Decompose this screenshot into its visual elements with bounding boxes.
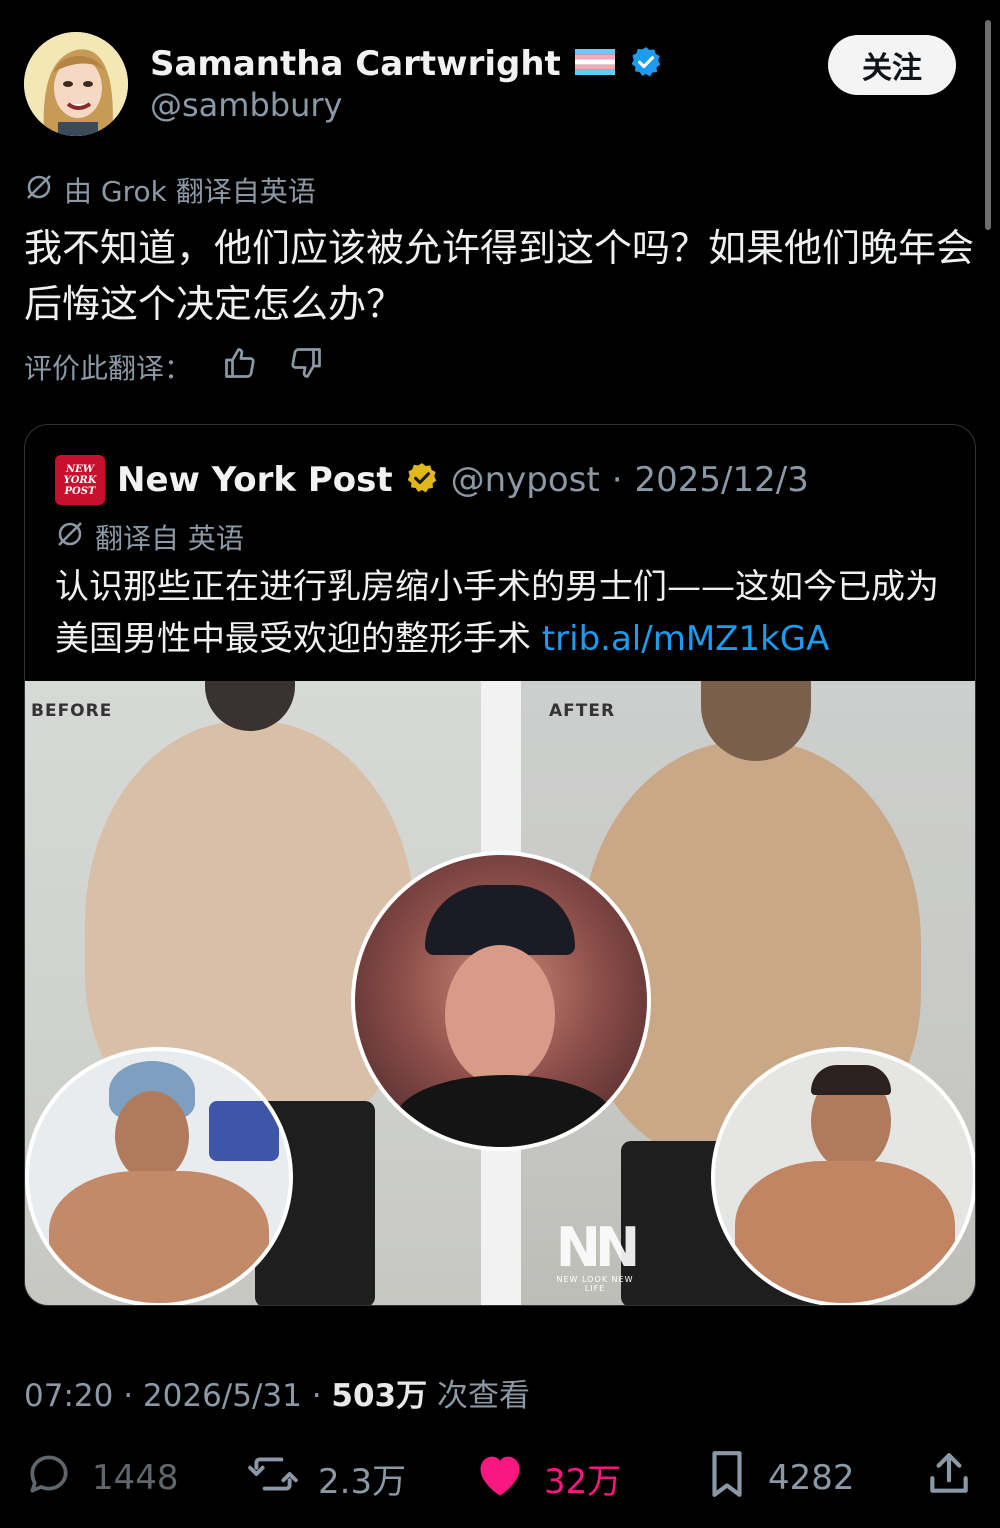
patient-after-chest-shape [735, 1161, 955, 1303]
post-meta: 07:20 · 2026/5/31 · 503万 次查看 [24, 1370, 530, 1415]
center-portrait-circle [351, 851, 651, 1151]
shirt-shape [395, 1075, 615, 1147]
grok-icon [55, 519, 85, 556]
translation-note-text[interactable]: 由 Grok 翻译自英语 [64, 170, 316, 210]
patient-chest-shape [49, 1171, 269, 1303]
quoted-translation-note-text[interactable]: 翻译自 英语 [95, 517, 244, 557]
views-count: 503万 [331, 1378, 428, 1414]
nypost-logo: NEW YORK POST [55, 455, 105, 505]
follow-button[interactable]: 关注 [828, 35, 956, 95]
reply-icon [24, 1449, 74, 1508]
gloves-box-shape [209, 1101, 279, 1161]
share-icon [924, 1449, 974, 1508]
like-count: 32万 [544, 1461, 622, 1502]
thumbs-up-icon[interactable] [222, 345, 258, 388]
like-button[interactable]: 32万 [474, 1450, 621, 1506]
action-bar: 1448 2.3万 32万 4282 [24, 1450, 976, 1506]
quoted-post-header: NEW YORK POST New York Post @nypost · 2025… [55, 455, 809, 505]
thumbs-down-icon[interactable] [288, 345, 324, 388]
author-handle[interactable]: @sambbury [150, 86, 342, 124]
quoted-author-name[interactable]: New York Post [117, 460, 393, 500]
verified-gold-badge-icon [405, 461, 439, 499]
grok-icon [24, 172, 54, 209]
bookmark-count: 4282 [768, 1458, 855, 1498]
post-date[interactable]: 2026/5/31 [143, 1378, 302, 1414]
heart-icon [474, 1450, 526, 1507]
patient-face-shape [115, 1091, 189, 1181]
quoted-post[interactable]: NEW YORK POST New York Post @nypost · 2025… [24, 424, 976, 1306]
repost-button[interactable]: 2.3万 [246, 1450, 406, 1506]
before-surgery-circle [25, 1047, 293, 1305]
verified-badge-icon [629, 45, 663, 83]
repost-count: 2.3万 [318, 1461, 407, 1502]
watermark: NN NEW LOOK NEW LIFE [545, 1216, 645, 1294]
after-surgery-circle [711, 1047, 975, 1305]
rate-translation-label: 评价此翻译： [24, 351, 193, 385]
quoted-translation-note: 翻译自 英语 [55, 517, 244, 557]
bookmark-icon [704, 1449, 750, 1508]
bookmark-button[interactable]: 4282 [704, 1450, 855, 1506]
author-name[interactable]: Samantha Cartwright [150, 44, 561, 84]
reply-button[interactable]: 1448 [24, 1450, 179, 1506]
avatar[interactable] [24, 32, 128, 136]
avatar-illustration [24, 32, 128, 136]
post-text: 我不知道，他们应该被允许得到这个吗？如果他们晚年会后悔这个决定怎么办？ [24, 226, 975, 326]
before-label: BEFORE [31, 701, 113, 721]
meta-separator: · [301, 1378, 332, 1414]
quoted-post-date: 2025/12/3 [634, 460, 809, 500]
quoted-author-handle[interactable]: @nypost [451, 460, 600, 500]
author-name-row: Samantha Cartwright [150, 40, 663, 88]
quoted-link[interactable]: trib.al/mMZ1kGA [542, 619, 830, 659]
trans-flag-icon [574, 49, 615, 79]
views-suffix: 次查看 [427, 1378, 530, 1414]
meta-separator: · [611, 460, 623, 500]
patient-after-hair-shape [811, 1065, 891, 1095]
after-label: AFTER [549, 701, 616, 721]
rate-translation-row: 评价此翻译： [24, 345, 324, 388]
meta-separator: · [113, 1378, 143, 1414]
scrollbar[interactable] [985, 20, 991, 230]
post-time[interactable]: 07:20 [24, 1378, 113, 1414]
reply-count: 1448 [92, 1458, 179, 1498]
quoted-post-text: 认识那些正在进行乳房缩小手术的男士们——这如今已成为美国男性中最受欢迎的整形手术… [55, 561, 945, 665]
quoted-post-image[interactable]: BEFORE AFTER NN NEW LOOK NEW LIFE [25, 681, 975, 1305]
share-button[interactable] [924, 1450, 974, 1506]
watermark-logo: NN [555, 1216, 640, 1279]
repost-icon [246, 1449, 300, 1508]
translation-note: 由 Grok 翻译自英语 [24, 170, 316, 210]
face-shape [445, 945, 555, 1085]
